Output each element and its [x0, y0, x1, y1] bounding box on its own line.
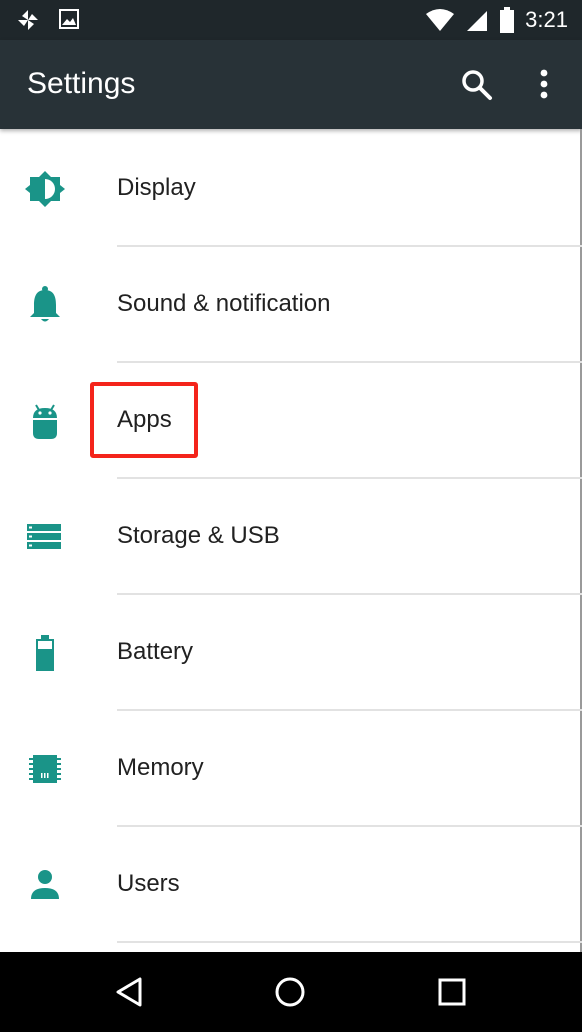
home-icon[interactable]: [272, 974, 308, 1010]
navigation-bar: [0, 952, 582, 1032]
settings-item-battery[interactable]: Battery: [0, 595, 582, 711]
search-icon[interactable]: [459, 67, 495, 103]
settings-item-apps[interactable]: Apps: [0, 363, 582, 479]
settings-item-label: Display: [117, 174, 196, 201]
bell-icon: [30, 286, 60, 322]
page-title: Settings: [27, 67, 136, 100]
highlight-box-apps: [90, 382, 198, 458]
brightness-icon: [25, 171, 65, 207]
android-icon: [33, 404, 57, 439]
settings-item-label: Sound & notification: [117, 290, 331, 317]
settings-item-storage[interactable]: Storage & USB: [0, 479, 582, 595]
storage-icon: [27, 524, 61, 549]
settings-item-sound[interactable]: Sound & notification: [0, 247, 582, 363]
wifi-icon: [426, 9, 455, 31]
pinwheel-icon: [18, 10, 38, 30]
settings-item-memory[interactable]: Memory: [0, 711, 582, 827]
recents-icon[interactable]: [434, 974, 470, 1010]
person-icon: [31, 870, 59, 899]
settings-item-display[interactable]: Display: [0, 131, 582, 247]
settings-list: Display Sound & notification Apps Storag…: [0, 131, 582, 943]
more-options-icon[interactable]: [530, 67, 558, 103]
status-bar: 3:21: [0, 0, 582, 40]
settings-item-label: Memory: [117, 754, 204, 781]
signal-icon: [467, 11, 488, 31]
image-icon: [59, 9, 79, 29]
app-bar: Settings: [0, 40, 582, 129]
status-time: 3:21: [525, 7, 568, 32]
settings-item-users[interactable]: Users: [0, 827, 582, 943]
settings-item-label: Storage & USB: [117, 522, 280, 549]
divider: [117, 941, 582, 943]
battery-icon: [500, 7, 515, 33]
settings-item-label: Users: [117, 870, 180, 897]
back-icon[interactable]: [112, 974, 148, 1010]
battery-icon: [36, 635, 54, 671]
memory-chip-icon: [29, 755, 61, 783]
settings-item-label: Battery: [117, 638, 194, 665]
